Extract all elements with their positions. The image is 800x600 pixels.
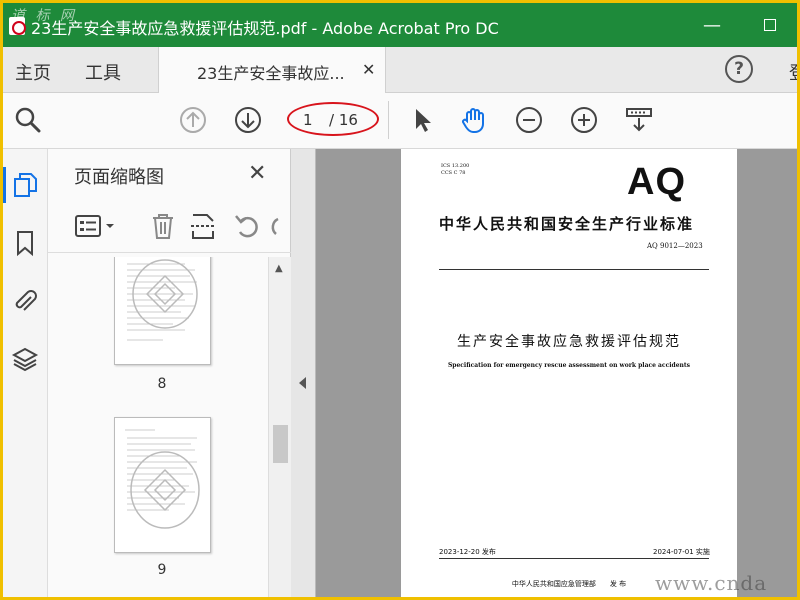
rotate-ccw-icon[interactable] — [232, 211, 262, 241]
thumbnail-options-icon[interactable] — [74, 211, 118, 241]
page-8-preview — [127, 259, 198, 341]
collapse-panel-button[interactable] — [291, 149, 316, 597]
publish-date: 2023-12-20 发布 — [439, 548, 496, 556]
panel-close-icon[interactable]: ✕ — [248, 161, 266, 186]
implement-date: 2024-07-01 实施 — [653, 548, 710, 556]
highlight-ring — [287, 102, 379, 136]
search-icon[interactable] — [13, 105, 43, 135]
help-icon[interactable]: ? — [725, 55, 753, 83]
rotate-cw-icon[interactable] — [268, 211, 288, 241]
acrobat-window: 23生产安全事故应急救援评估规范.pdf - Adobe Acrobat Pro… — [3, 3, 797, 597]
thumbnail-page-number: 9 — [157, 562, 167, 578]
home-menu[interactable]: 主页 — [15, 59, 51, 85]
page-9-preview — [125, 429, 200, 529]
footer-rule — [439, 558, 709, 559]
thumbnail-list: 8 9 — [48, 257, 268, 597]
scroll-up-icon[interactable]: ▲ — [275, 263, 283, 274]
document-title-en: Specification for emergency rescue asses… — [447, 362, 691, 369]
header-rule — [439, 269, 709, 270]
extract-page-icon[interactable] — [188, 211, 218, 241]
ics-number: ICS 13.200 — [441, 163, 470, 169]
watermark-top: 道 标 网 — [11, 8, 77, 24]
collapse-arrow-icon — [299, 377, 306, 389]
minimize-button[interactable]: — — [703, 15, 721, 36]
thumbnail-page-number: 8 — [157, 376, 167, 392]
panel-toolbar — [48, 201, 291, 253]
next-page-icon[interactable] — [233, 105, 263, 135]
ccs-number: CCS C 78 — [441, 170, 466, 176]
document-tab-label: 23生产安全事故应... — [197, 64, 345, 83]
thumbnail-scrollbar[interactable]: ▲ — [268, 257, 291, 597]
aq-logo: AQ — [627, 161, 686, 203]
scroll-thumb[interactable] — [273, 425, 288, 463]
zoom-out-icon[interactable] — [514, 105, 544, 135]
panel-title: 页面缩略图 — [74, 167, 164, 188]
left-rail — [3, 149, 48, 597]
page-number-field[interactable]: 1 / 16 — [287, 102, 379, 136]
watermark-bottom: www.cnda — [655, 571, 768, 595]
thumbnail-page-9[interactable] — [114, 417, 211, 553]
toolbar-divider — [388, 101, 389, 139]
thumbnail-page-8[interactable] — [114, 257, 211, 365]
signin-link[interactable]: 登 — [789, 59, 797, 85]
pdf-page: ICS 13.200 CCS C 78 AQ 中华人民共和国安全生产行业标准 A… — [401, 149, 737, 597]
thumbnails-panel: 页面缩略图 ✕ 8 9 ▲ — [48, 149, 291, 597]
standard-code: AQ 9012—2023 — [647, 242, 703, 250]
layers-icon[interactable] — [11, 345, 39, 373]
delete-page-icon[interactable] — [148, 211, 178, 241]
tab-close-icon[interactable]: ✕ — [362, 60, 375, 79]
previous-page-icon[interactable] — [178, 105, 208, 135]
document-view[interactable]: ICS 13.200 CCS C 78 AQ 中华人民共和国安全生产行业标准 A… — [291, 149, 797, 597]
bookmark-icon[interactable] — [11, 229, 39, 257]
tools-menu[interactable]: 工具 — [85, 59, 121, 85]
menu-bar: 主页 工具 23生产安全事故应... ✕ ? 登 — [3, 47, 797, 93]
ics-code: ICS 13.200 CCS C 78 — [441, 163, 469, 177]
document-title-cn: 生产安全事故应急救援评估规范 — [457, 334, 681, 350]
select-tool-icon[interactable] — [407, 105, 437, 135]
page-display-icon[interactable] — [624, 105, 654, 135]
maximize-button[interactable] — [764, 19, 776, 31]
window-title: 23生产安全事故应急救援评估规范.pdf - Adobe Acrobat Pro… — [31, 19, 499, 38]
attachment-icon[interactable] — [11, 287, 39, 315]
active-indicator — [3, 167, 6, 203]
document-tab[interactable]: 23生产安全事故应... ✕ — [158, 47, 386, 93]
zoom-in-icon[interactable] — [569, 105, 599, 135]
main-toolbar: 1 / 16 — [3, 93, 797, 149]
title-bar: 23生产安全事故应急救援评估规范.pdf - Adobe Acrobat Pro… — [3, 3, 797, 47]
standard-category: 中华人民共和国安全生产行业标准 — [439, 215, 695, 233]
hand-tool-icon[interactable] — [459, 105, 489, 135]
page-thumbnails-icon[interactable] — [11, 171, 39, 199]
